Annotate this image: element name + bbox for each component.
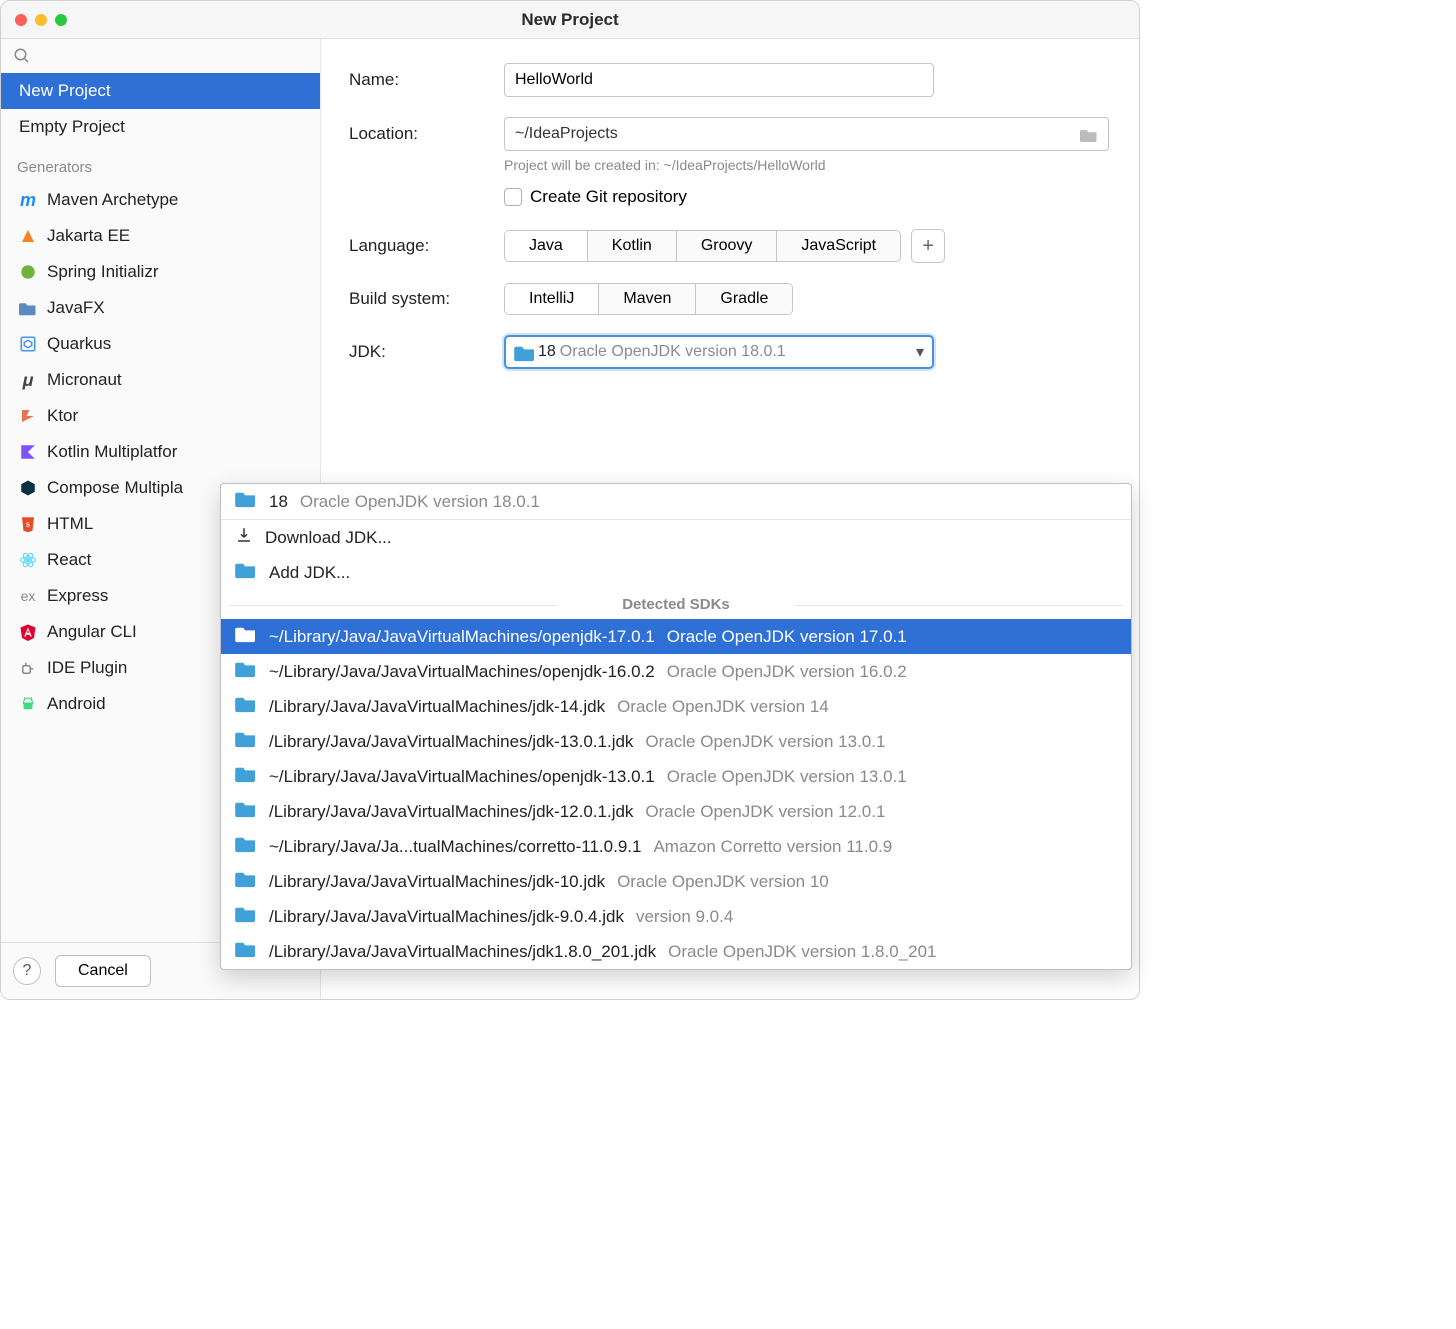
build-option-maven[interactable]: Maven — [599, 284, 696, 314]
detected-sdk-option[interactable]: /Library/Java/JavaVirtualMachines/jdk-10… — [221, 864, 1131, 899]
ideplugin-icon — [19, 659, 37, 677]
express-icon: ex — [19, 587, 37, 605]
svg-text:5: 5 — [26, 522, 30, 529]
sidebar-item-quarkus[interactable]: Quarkus — [1, 326, 320, 362]
folder-icon — [235, 835, 257, 858]
minimize-icon[interactable] — [35, 14, 47, 26]
react-icon — [19, 551, 37, 569]
language-option-java[interactable]: Java — [505, 231, 588, 261]
android-icon — [19, 695, 37, 713]
sidebar-item-kotlin-multiplatfor[interactable]: Kotlin Multiplatfor — [1, 434, 320, 470]
build-label: Build system: — [349, 289, 504, 309]
git-checkbox[interactable]: Create Git repository — [504, 187, 1111, 207]
language-label: Language: — [349, 236, 504, 256]
location-input[interactable]: ~/IdeaProjects — [504, 117, 1109, 151]
folder-open-icon[interactable] — [1080, 127, 1098, 142]
language-option-kotlin[interactable]: Kotlin — [588, 231, 677, 261]
sidebar-item-ktor[interactable]: Ktor — [1, 398, 320, 434]
jdk-selected-version: Oracle OpenJDK version 18.0.1 — [560, 343, 916, 361]
window-title: New Project — [1, 10, 1139, 30]
close-icon[interactable] — [15, 14, 27, 26]
cancel-button[interactable]: Cancel — [55, 955, 151, 987]
folder-icon — [235, 490, 257, 513]
sidebar-item-spring-initializr[interactable]: Spring Initializr — [1, 254, 320, 290]
ktor-icon — [19, 407, 37, 425]
detected-sdk-option[interactable]: /Library/Java/JavaVirtualMachines/jdk-12… — [221, 794, 1131, 829]
language-segmented: JavaKotlinGroovyJavaScript — [504, 230, 901, 262]
kotlin-icon — [19, 443, 37, 461]
chevron-down-icon: ▾ — [916, 342, 924, 362]
detected-sdk-option[interactable]: ~/Library/Java/JavaVirtualMachines/openj… — [221, 759, 1131, 794]
add-language-button[interactable]: + — [911, 229, 945, 263]
jdk-dropdown[interactable]: 18 Oracle OpenJDK version 18.0.1 ▾ — [504, 335, 934, 369]
git-checkbox-label: Create Git repository — [530, 187, 687, 207]
help-button[interactable]: ? — [13, 957, 41, 985]
language-option-javascript[interactable]: JavaScript — [777, 231, 900, 261]
micronaut-icon: μ — [19, 371, 37, 389]
build-option-gradle[interactable]: Gradle — [696, 284, 792, 314]
sidebar-item-maven-archetype[interactable]: mMaven Archetype — [1, 182, 320, 218]
download-icon — [235, 526, 253, 549]
detected-sdk-option[interactable]: ~/Library/Java/JavaVirtualMachines/openj… — [221, 654, 1131, 689]
build-segmented: IntelliJMavenGradle — [504, 283, 793, 315]
search-icon — [13, 47, 31, 65]
jdk-option-current[interactable]: 18 Oracle OpenJDK version 18.0.1 — [221, 484, 1131, 519]
folder-icon — [235, 870, 257, 893]
folder-icon — [235, 730, 257, 753]
folder-icon — [235, 561, 257, 584]
sidebar-item-new-project[interactable]: New Project — [1, 73, 320, 109]
add-jdk-option[interactable]: Add JDK... — [221, 555, 1131, 590]
folder-icon — [235, 905, 257, 928]
spring-icon — [19, 263, 37, 281]
detected-sdk-option[interactable]: /Library/Java/JavaVirtualMachines/jdk-9.… — [221, 899, 1131, 934]
sidebar-item-javafx[interactable]: JavaFX — [1, 290, 320, 326]
build-option-intellij[interactable]: IntelliJ — [505, 284, 599, 314]
sidebar-item-empty-project[interactable]: Empty Project — [1, 109, 320, 145]
sidebar-search[interactable] — [1, 39, 320, 73]
sidebar-item-jakarta-ee[interactable]: Jakarta EE — [1, 218, 320, 254]
maven-icon: m — [19, 191, 37, 209]
generators-label: Generators — [1, 145, 320, 182]
jdk-selected-name: 18 — [538, 343, 556, 361]
jdk-label: JDK: — [349, 342, 504, 362]
location-label: Location: — [349, 124, 504, 144]
quarkus-icon — [19, 335, 37, 353]
location-hint: Project will be created in: ~/IdeaProjec… — [504, 157, 1111, 173]
location-value: ~/IdeaProjects — [515, 125, 618, 143]
folder-icon — [235, 660, 257, 683]
sidebar-item-micronaut[interactable]: μMicronaut — [1, 362, 320, 398]
detected-sdk-option[interactable]: /Library/Java/JavaVirtualMachines/jdk-13… — [221, 724, 1131, 759]
maximize-icon[interactable] — [55, 14, 67, 26]
download-jdk-option[interactable]: Download JDK... — [221, 520, 1131, 555]
jdk-folder-icon — [514, 344, 532, 360]
name-input[interactable] — [504, 63, 934, 97]
language-option-groovy[interactable]: Groovy — [677, 231, 778, 261]
detected-sdk-option[interactable]: /Library/Java/JavaVirtualMachines/jdk-14… — [221, 689, 1131, 724]
window-controls — [15, 14, 67, 26]
compose-icon — [19, 479, 37, 497]
folder-icon — [235, 695, 257, 718]
jdk-dropdown-menu: 18 Oracle OpenJDK version 18.0.1 Downloa… — [220, 483, 1132, 970]
detected-sdk-option[interactable]: ~/Library/Java/Ja...tualMachines/corrett… — [221, 829, 1131, 864]
folder-icon — [235, 800, 257, 823]
jdk-name: 18 — [269, 492, 288, 512]
javafx-icon — [19, 299, 37, 317]
detected-sdk-option[interactable]: ~/Library/Java/JavaVirtualMachines/openj… — [221, 619, 1131, 654]
detected-sdks-header: Detected SDKs — [221, 590, 1131, 619]
angular-icon — [19, 623, 37, 641]
titlebar: New Project — [1, 1, 1139, 39]
folder-icon — [235, 940, 257, 963]
html-icon: 5 — [19, 515, 37, 533]
jakarta-icon — [19, 227, 37, 245]
name-label: Name: — [349, 70, 504, 90]
jdk-version: Oracle OpenJDK version 18.0.1 — [300, 492, 540, 512]
folder-icon — [235, 625, 257, 648]
folder-icon — [235, 765, 257, 788]
detected-sdk-option[interactable]: /Library/Java/JavaVirtualMachines/jdk1.8… — [221, 934, 1131, 969]
checkbox-box[interactable] — [504, 188, 522, 206]
